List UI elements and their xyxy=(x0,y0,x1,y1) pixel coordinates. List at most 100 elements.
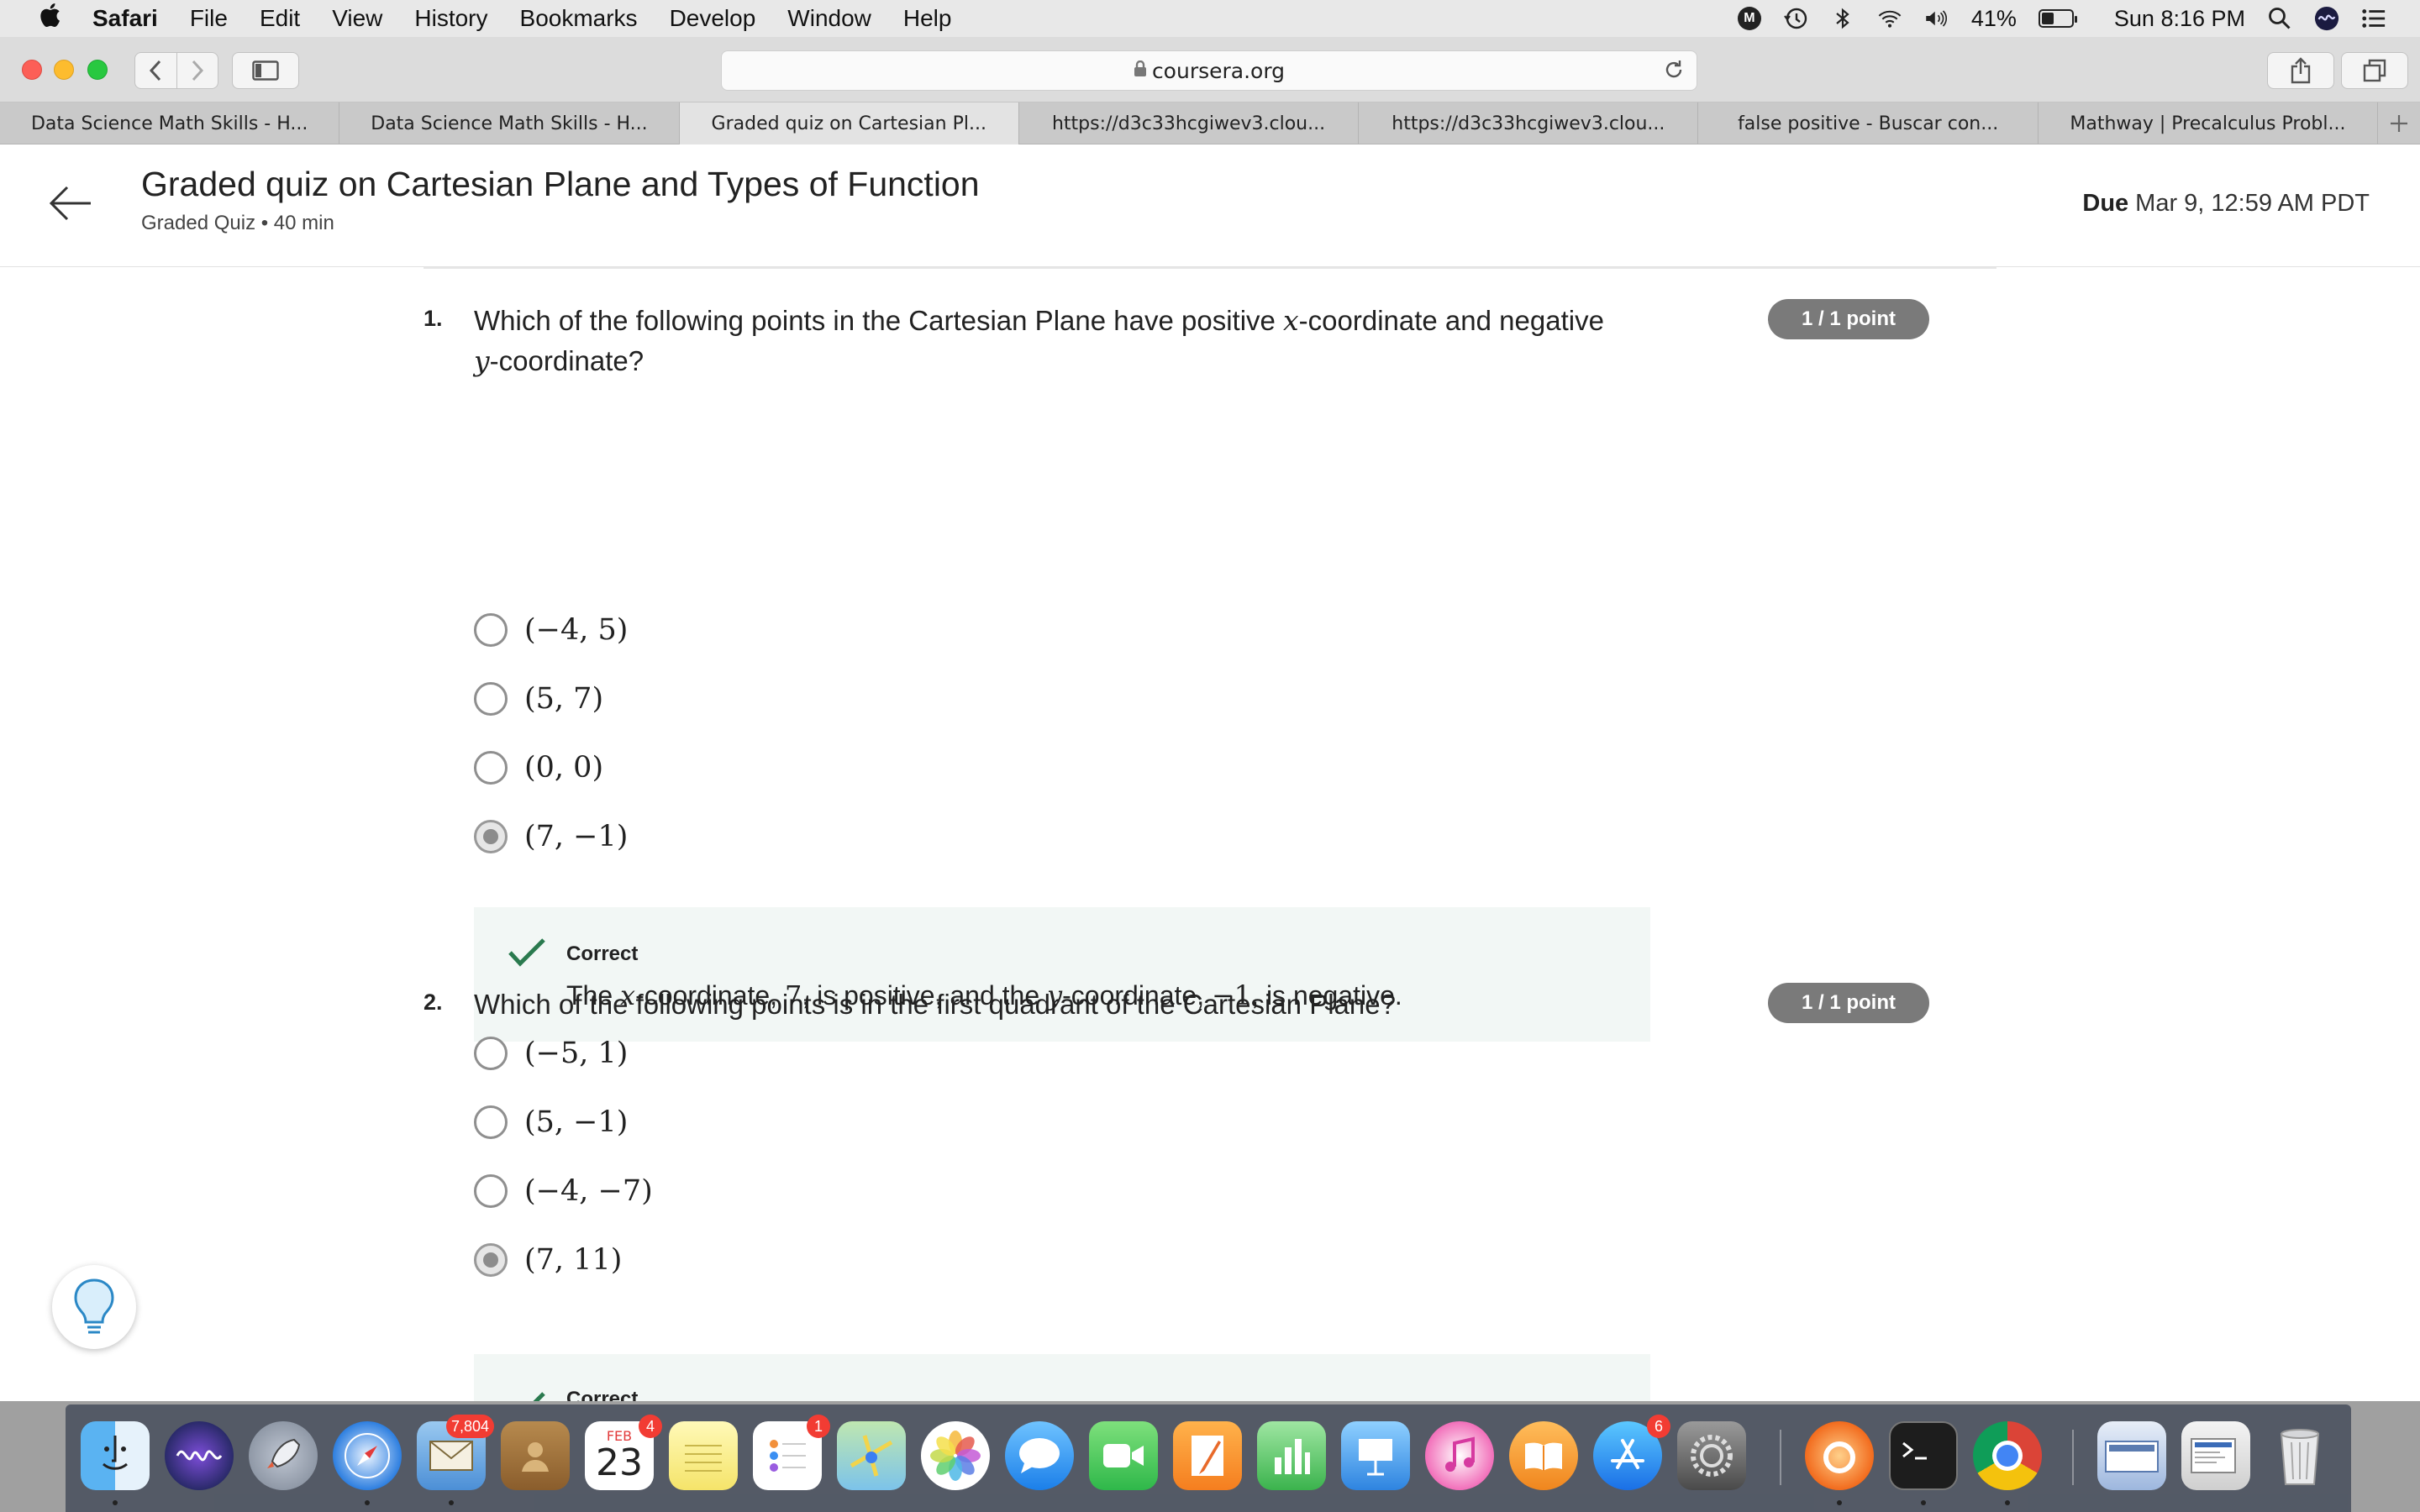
menu-help[interactable]: Help xyxy=(903,5,952,32)
terminal-icon[interactable] xyxy=(1889,1421,1958,1490)
radio-button[interactable] xyxy=(474,682,508,716)
sidebar-toggle-button[interactable] xyxy=(232,52,299,89)
photos-icon[interactable] xyxy=(921,1421,990,1490)
dock-separator xyxy=(2072,1430,2074,1485)
question-number: 2. xyxy=(424,990,443,1015)
radio-button-selected[interactable] xyxy=(474,820,508,853)
answer-option-selected[interactable]: (7, 11) xyxy=(474,1235,622,1285)
trash-icon[interactable] xyxy=(2265,1421,2334,1490)
running-indicator xyxy=(449,1500,454,1505)
math-variable-y: y xyxy=(474,344,490,377)
calendar-icon[interactable]: FEB 23 4 xyxy=(585,1415,662,1490)
messages-icon[interactable] xyxy=(1005,1421,1074,1490)
mail-badge: 7,804 xyxy=(445,1415,494,1438)
numbers-icon[interactable] xyxy=(1257,1421,1326,1490)
documents-stack-icon[interactable] xyxy=(2181,1421,2250,1490)
menu-file[interactable]: File xyxy=(190,5,228,32)
notification-center-icon[interactable] xyxy=(2361,6,2386,31)
answer-option[interactable]: (5, 7) xyxy=(474,674,603,724)
back-arrow-icon[interactable] xyxy=(45,178,96,228)
radio-button[interactable] xyxy=(474,751,508,785)
answer-option[interactable]: (0, 0) xyxy=(474,743,603,793)
menu-edit[interactable]: Edit xyxy=(260,5,300,32)
bluetooth-icon[interactable] xyxy=(1830,6,1855,31)
reminders-icon[interactable]: 1 xyxy=(753,1415,830,1490)
window-minimize-button[interactable] xyxy=(54,60,74,80)
option-label: (−5, 1) xyxy=(524,1037,629,1070)
show-tabs-button[interactable] xyxy=(2341,52,2408,89)
dock-separator xyxy=(1780,1430,1781,1485)
tab-graded-quiz[interactable]: Graded quiz on Cartesian Pl... xyxy=(679,102,1019,144)
feedback-title: Correct xyxy=(566,942,639,965)
menu-window[interactable]: Window xyxy=(787,5,871,32)
radio-button[interactable] xyxy=(474,1174,508,1208)
battery-icon[interactable] xyxy=(2038,9,2077,28)
wifi-icon[interactable] xyxy=(1877,6,1902,31)
forward-button[interactable] xyxy=(176,53,218,88)
answer-option[interactable]: (5, −1) xyxy=(474,1097,628,1147)
reload-icon[interactable] xyxy=(1663,59,1685,87)
downloads-stack-icon[interactable] xyxy=(2097,1421,2166,1490)
answer-option[interactable]: (−5, 1) xyxy=(474,1028,628,1079)
radio-button-selected[interactable] xyxy=(474,1243,508,1277)
new-tab-button[interactable] xyxy=(2378,102,2420,144)
chrome-icon[interactable] xyxy=(1973,1421,2042,1490)
menu-history[interactable]: History xyxy=(414,5,487,32)
radio-button[interactable] xyxy=(474,613,508,647)
volume-icon[interactable] xyxy=(1924,6,1949,31)
keynote-icon[interactable] xyxy=(1341,1421,1410,1490)
address-bar[interactable]: coursera.org xyxy=(721,50,1697,91)
time-machine-icon[interactable] xyxy=(1783,6,1808,31)
launchpad-icon[interactable] xyxy=(249,1421,318,1490)
radio-button[interactable] xyxy=(474,1105,508,1139)
tab-false-positive[interactable]: false positive - Buscar con... xyxy=(1698,102,2039,144)
notes-icon[interactable] xyxy=(669,1421,738,1490)
feedback-panel: Correct xyxy=(474,1354,1650,1401)
menu-bookmarks[interactable]: Bookmarks xyxy=(520,5,638,32)
lock-icon xyxy=(1134,60,1147,81)
spotlight-icon[interactable] xyxy=(2267,6,2292,31)
answer-option[interactable]: (−4, −7) xyxy=(474,1166,653,1216)
maps-icon[interactable] xyxy=(837,1421,906,1490)
pages-icon[interactable] xyxy=(1173,1421,1242,1490)
calendar-day: 23 xyxy=(596,1441,643,1484)
system-preferences-icon[interactable] xyxy=(1677,1421,1746,1490)
tab-cloudfront-1[interactable]: https://d3c33hcgiwev3.clou... xyxy=(1019,102,1360,144)
tab-data-science-1[interactable]: Data Science Math Skills - H... xyxy=(0,102,340,144)
running-indicator xyxy=(113,1500,118,1505)
window-close-button[interactable] xyxy=(22,60,42,80)
tab-data-science-2[interactable]: Data Science Math Skills - H... xyxy=(339,102,680,144)
apple-menu-icon[interactable] xyxy=(32,3,67,34)
menu-develop[interactable]: Develop xyxy=(670,5,756,32)
lightbulb-help-button[interactable] xyxy=(52,1265,136,1349)
back-button[interactable] xyxy=(135,53,176,88)
radio-button[interactable] xyxy=(474,1037,508,1070)
question-text-part: Which of the following points in the Car… xyxy=(474,305,1284,336)
menu-view[interactable]: View xyxy=(332,5,382,32)
clock[interactable]: Sun 8:16 PM xyxy=(2114,6,2245,32)
itunes-icon[interactable] xyxy=(1425,1421,1494,1490)
siri-icon[interactable] xyxy=(2314,6,2339,31)
share-button[interactable] xyxy=(2267,52,2334,89)
malwarebytes-icon[interactable]: M xyxy=(1737,7,1761,30)
menu-app-name[interactable]: Safari xyxy=(92,5,158,32)
siri-dock-icon[interactable] xyxy=(165,1421,234,1490)
origin-icon[interactable] xyxy=(1805,1421,1874,1490)
tab-cloudfront-2[interactable]: https://d3c33hcgiwev3.clou... xyxy=(1359,102,1699,144)
books-icon[interactable] xyxy=(1509,1421,1578,1490)
points-badge: 1 / 1 point xyxy=(1768,983,1929,1023)
mail-icon[interactable]: 7,804 xyxy=(417,1415,494,1490)
contacts-icon[interactable] xyxy=(501,1421,570,1490)
safari-icon[interactable] xyxy=(333,1421,402,1490)
answer-option[interactable]: (−4, 5) xyxy=(474,605,628,655)
app-store-icon[interactable]: 6 xyxy=(1593,1415,1670,1490)
answer-option-selected[interactable]: (7, −1) xyxy=(474,811,628,862)
finder-icon[interactable] xyxy=(81,1421,150,1490)
tab-mathway[interactable]: Mathway | Precalculus Probl... xyxy=(2039,102,2379,144)
feedback-title: Correct xyxy=(566,1388,639,1401)
window-zoom-button[interactable] xyxy=(87,60,108,80)
option-label: (5, 7) xyxy=(524,682,604,716)
option-label: (7, 11) xyxy=(524,1243,623,1277)
option-label: (−4, −7) xyxy=(524,1174,653,1208)
facetime-icon[interactable] xyxy=(1089,1421,1158,1490)
